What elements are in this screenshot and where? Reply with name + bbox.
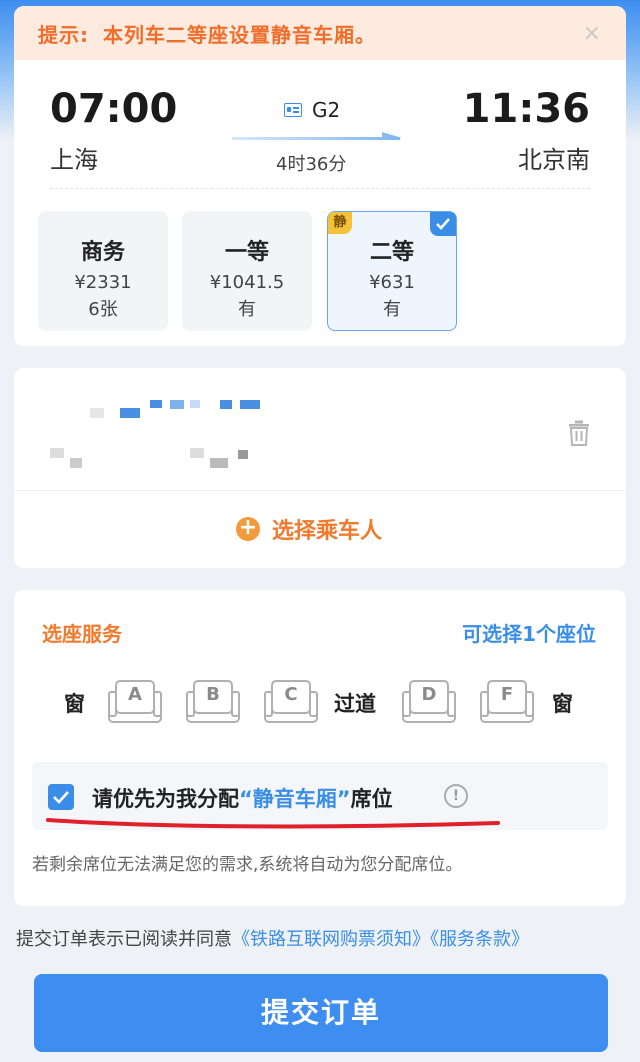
seat-letter: C: [284, 684, 298, 705]
seat-option-c[interactable]: C: [262, 678, 320, 726]
train-number-label: G2: [312, 98, 341, 122]
agreement-label: 提交订单表示已阅读并同意: [16, 929, 232, 950]
aisle-label: 过道: [334, 692, 376, 716]
passenger-card: + 选择乘车人: [14, 368, 626, 568]
divider: [14, 490, 626, 491]
seat-class-name: 商务: [80, 240, 125, 265]
seat-letter: B: [206, 684, 220, 705]
seat-class-first[interactable]: 一等 ¥1041.5 有: [182, 211, 312, 331]
seat-class-name: 一等: [224, 240, 269, 265]
trip-duration: 4时36分: [276, 154, 347, 175]
id-card-icon: [284, 103, 302, 117]
train-info-card: 提示: 本列车二等座设置静音车厢。 × 07:00 上海 G2 4时36分 11…: [14, 6, 626, 346]
seat-letter: F: [500, 684, 514, 705]
arrive-station: 北京南: [518, 146, 590, 174]
divider: [50, 188, 590, 189]
agreement-text: 提交订单表示已阅读并同意《铁路互联网购票须知》《服务条款》: [16, 925, 529, 951]
notice-label: 提示:: [38, 22, 89, 47]
info-icon[interactable]: !: [444, 784, 468, 808]
seat-option-d[interactable]: D: [400, 678, 458, 726]
seat-class-price: ¥631: [369, 272, 415, 293]
seat-option-b[interactable]: B: [184, 678, 242, 726]
check-icon: [53, 791, 69, 804]
quiet-car-checkbox[interactable]: [48, 784, 74, 810]
seat-class-business[interactable]: 商务 ¥2331 6张: [38, 211, 168, 331]
seat-service-title: 选座服务: [42, 622, 122, 646]
seat-class-second[interactable]: 静 二等 ¥631 有: [327, 211, 457, 331]
seat-class-availability: 有: [238, 299, 256, 320]
submit-order-button[interactable]: 提交订单: [34, 974, 608, 1052]
seat-service-card: 选座服务 可选择1个座位 窗 A B C 过道 D F 窗 请优先为我分配“静音…: [14, 590, 626, 906]
prefer-prefix: 请优先为我分配: [92, 787, 239, 811]
check-icon: [430, 212, 456, 236]
close-icon[interactable]: ×: [583, 21, 602, 46]
seat-count-hint: 可选择1个座位: [462, 622, 596, 646]
notice-text: 本列车二等座设置静音车厢。: [103, 22, 376, 47]
window-label-right: 窗: [552, 692, 573, 716]
seat-option-f[interactable]: F: [478, 678, 536, 726]
seat-class-price: ¥1041.5: [209, 272, 285, 293]
quiet-badge: 静: [328, 212, 352, 234]
seat-letter: A: [128, 684, 142, 705]
arrow-right-icon: [232, 132, 402, 140]
quiet-car-label: 请优先为我分配“静音车厢”席位: [92, 783, 393, 813]
depart-time: 07:00: [50, 86, 178, 132]
seat-letter: D: [421, 684, 437, 705]
prefer-highlight: “静音车厢”: [239, 787, 351, 811]
seat-class-availability: 6张: [88, 299, 118, 320]
prefer-suffix: 席位: [350, 787, 393, 811]
plus-icon: +: [236, 517, 260, 541]
seat-class-availability: 有: [383, 299, 401, 320]
seat-class-name: 二等: [369, 240, 414, 265]
trash-icon[interactable]: [568, 420, 590, 446]
red-underline-annotation: [46, 818, 500, 829]
terms-link[interactable]: 《服务条款》: [430, 929, 529, 950]
arrive-time: 11:36: [462, 86, 590, 132]
seat-class-price: ¥2331: [74, 272, 132, 293]
add-passenger-button[interactable]: + 选择乘车人: [236, 513, 382, 545]
purchase-notice-link[interactable]: 《铁路互联网购票须知》: [232, 929, 430, 950]
notice-banner: 提示: 本列车二等座设置静音车厢。 ×: [14, 6, 626, 60]
seat-service-note: 若剩余席位无法满足您的需求,系统将自动为您分配席位。: [32, 855, 463, 875]
add-passenger-label: 选择乘车人: [272, 519, 383, 544]
window-label-left: 窗: [64, 692, 85, 716]
seat-option-a[interactable]: A: [106, 678, 164, 726]
depart-station: 上海: [50, 146, 98, 174]
train-number[interactable]: G2: [284, 98, 340, 122]
